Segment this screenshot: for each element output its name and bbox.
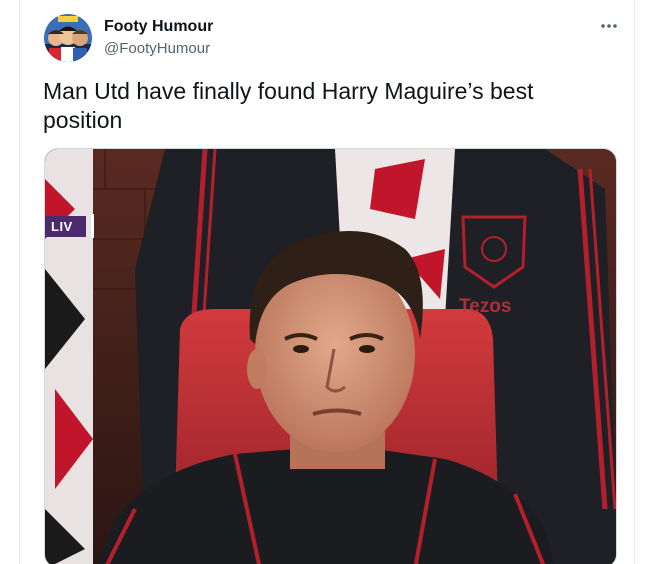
author-display-name[interactable]: Footy Humour [104,17,213,37]
tweet-text: Man Utd have finally found Harry Maguire… [43,78,534,133]
photo-illustration [45,149,616,564]
avatar-icon [44,14,92,62]
broadcaster-badge: LIV [45,214,94,238]
author-avatar[interactable] [44,14,92,62]
tweet-card[interactable]: Footy Humour @FootyHumour Man Utd have f… [19,0,635,564]
more-options-icon[interactable] [598,16,620,36]
shirt-sponsor-text: Tezos [459,296,512,317]
broadcaster-badge-label: LIV [45,215,86,237]
broadcaster-badge-bar [90,214,94,238]
author-handle[interactable]: @FootyHumour [104,39,210,58]
tweet-photo[interactable]: LIV Tezos [44,148,617,564]
